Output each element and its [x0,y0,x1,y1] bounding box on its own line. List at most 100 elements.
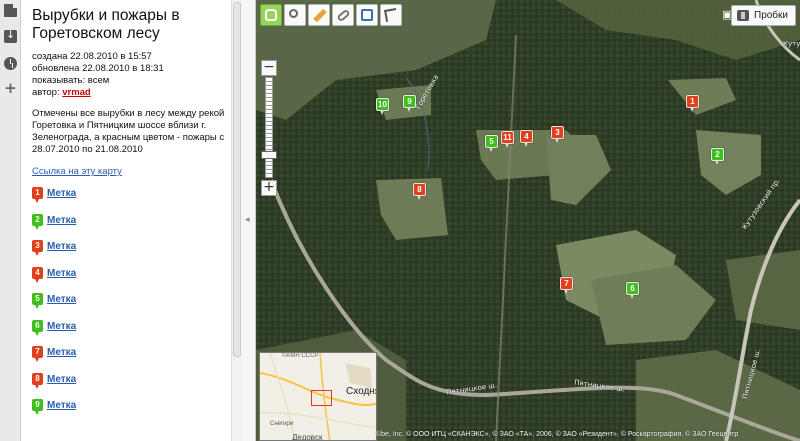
panel-scrollbar[interactable] [231,0,242,441]
marker-link[interactable]: Метка [47,215,76,226]
map-marker-tip [380,110,384,115]
tool-ruler[interactable] [308,4,330,26]
zoom-out-button[interactable]: − [261,60,277,76]
marker-list-item[interactable]: 6 Метка [32,319,231,347]
marker-list-item[interactable]: 9 Метка [32,399,231,426]
map-marker[interactable]: 7 [560,277,573,294]
minimap-city: Сходня [346,386,377,397]
tool-zoom[interactable] [284,4,306,26]
panel-splitter[interactable]: ◂ [242,0,256,441]
marker-pin-icon: 7 [32,346,43,362]
map-marker-tip [555,138,559,143]
tool-link[interactable] [332,4,354,26]
updated-date: обновлена 22.08.2010 в 18:31 [32,63,164,74]
marker-list-item[interactable]: 7 Метка [32,346,231,373]
zoom-in-button[interactable]: + [261,180,277,196]
marker-link[interactable]: Метка [47,347,76,358]
map-marker[interactable]: 10 [376,98,389,115]
map-info-panel: Вырубки и пожары в Горетовском лесу созд… [21,0,231,441]
zoom-control: − + [261,60,277,196]
satellite-map[interactable]: Кутуз Горетовка Кутузовский пр. Пятницко… [256,0,800,441]
zoom-slider-track[interactable] [265,77,273,178]
download-icon[interactable] [4,28,17,43]
plus-icon[interactable]: + [4,81,17,96]
map-meta: создана 22.08.2010 в 15:57 обновлена 22.… [32,51,231,99]
left-toolbar: + [0,0,21,441]
map-marker[interactable]: 9 [403,95,416,112]
map-marker[interactable]: 11 [501,131,514,148]
marker-pin-number: 9 [32,399,43,411]
map-marker[interactable]: 2 [711,148,724,165]
map-marker[interactable]: 4 [520,130,533,147]
ruler-icon [313,8,327,23]
traffic-button[interactable]: Пробки [731,5,796,26]
cursor-icon [384,8,398,22]
map-marker[interactable]: 1 [686,95,699,112]
marker-pin-number: 6 [32,319,43,332]
map-description: Отмечены все вырубки в лесу между рекой … [32,108,225,155]
hand-icon [265,9,277,21]
marker-list-item[interactable]: 2 Метка [32,213,231,241]
marker-link[interactable]: Метка [47,400,76,411]
marker-pin-number: 2 [32,213,43,226]
road-label-kutuz: Кутуз [783,40,800,48]
marker-pin-number: 7 [32,346,43,358]
clock-icon[interactable] [4,57,17,70]
minimap-header: ©АМН СССР [282,353,319,359]
minimap-town: Снегири [270,421,294,427]
map-permalink[interactable]: Ссылка на эту карту [32,166,231,177]
marker-link[interactable]: Метка [47,241,76,252]
map-marker[interactable]: 3 [551,126,564,143]
marker-pin-icon: 2 [32,213,43,230]
author-link[interactable]: vrmad [62,87,91,98]
scrollbar-thumb[interactable] [233,2,241,357]
author-line: автор: vrmad [32,87,231,99]
marker-link[interactable]: Метка [47,374,76,385]
link-icon [336,8,351,23]
tool-hand[interactable] [260,4,282,26]
marker-pin-icon: 4 [32,266,43,283]
marker-list-item[interactable]: 1 Метка [32,187,231,214]
print-icon [361,9,373,21]
marker-pin-icon: 6 [32,319,43,336]
map-marker-tip [417,195,421,200]
map-marker[interactable]: 5 [485,135,498,152]
created-date: создана 22.08.2010 в 15:57 [32,51,152,62]
zoom-icon [289,9,298,18]
tool-cursor[interactable] [380,4,402,26]
map-marker-tip [690,107,694,112]
minimap-bottom-label: Дедовск [292,433,323,441]
marker-link[interactable]: Метка [47,188,76,199]
marker-link[interactable]: Метка [47,294,76,305]
minimap-viewport-frame[interactable] [311,390,332,406]
marker-pin-icon: 9 [32,399,43,415]
marker-list: 1 Метка 2 Метка 3 Метка 4 Метка 5 Метка 6 Метка 7 Мет… [32,187,231,426]
map-marker-tip [630,294,634,299]
author-label: автор: [32,87,63,98]
zoom-slider-knob[interactable] [261,151,277,159]
map-toolbar [260,4,402,26]
map-marker-tip [564,289,568,294]
map-marker-tip [715,160,719,165]
map-marker[interactable]: 8 [413,183,426,200]
tool-print[interactable] [356,4,378,26]
marker-pin-icon: 8 [32,372,43,389]
document-icon[interactable] [4,4,17,17]
marker-pin-icon: 5 [32,293,43,309]
marker-link[interactable]: Метка [47,268,76,279]
overview-minimap[interactable]: ©АМН СССР Сходня Снегири Дедовск [259,352,377,441]
collapse-arrow-icon[interactable]: ◂ [245,215,252,227]
marker-pin-icon: 3 [32,240,43,256]
marker-list-item[interactable]: 5 Метка [32,293,231,320]
copyright-text: ©be, Inc. © ООО ИТЦ «СКАНЭКС», © ЗАО «ТА… [376,431,739,438]
marker-list-item[interactable]: 3 Метка [32,240,231,267]
marker-pin-number: 3 [32,240,43,252]
marker-list-item[interactable]: 4 Метка [32,266,231,294]
marker-pin-icon: 1 [32,187,43,203]
traffic-label: Пробки [754,10,788,21]
marker-pin-number: 4 [32,266,43,279]
marker-pin-number: 5 [32,293,43,305]
marker-list-item[interactable]: 8 Метка [32,372,231,400]
marker-link[interactable]: Метка [47,321,76,332]
map-marker[interactable]: 6 [626,282,639,299]
